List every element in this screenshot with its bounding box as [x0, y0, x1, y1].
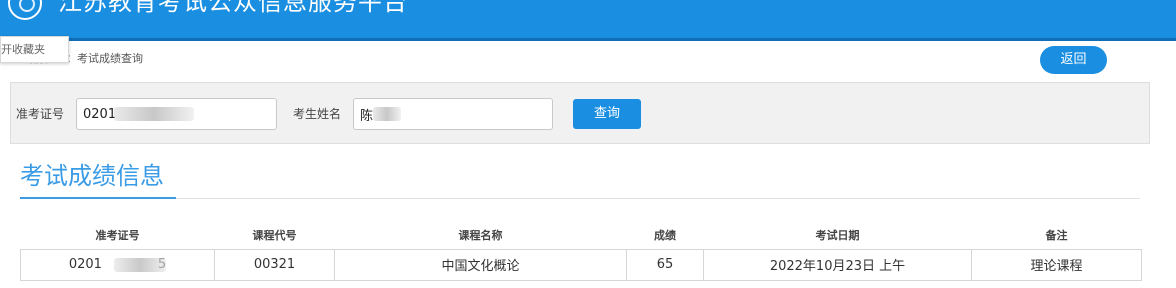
column-header-score: 成绩	[626, 222, 704, 250]
cell-score: 65	[626, 248, 704, 281]
column-header-course-name: 课程名称	[334, 222, 627, 250]
site-header: 江苏教育考试公众信息服务平台	[0, 0, 1176, 41]
search-panel: 准考证号 考生姓名 查询	[10, 82, 1150, 144]
name-label: 考生姓名	[293, 107, 342, 121]
exam-id-label: 准考证号	[16, 107, 65, 121]
cell-course-code: 00321	[214, 248, 335, 281]
search-button[interactable]: 查询	[573, 99, 641, 129]
cell-course-name: 中国文化概论	[334, 248, 627, 281]
column-header-exam-date: 考试日期	[703, 222, 972, 250]
back-button[interactable]: 返回	[1040, 46, 1107, 74]
cell-exam-id: 02015	[20, 248, 215, 281]
table-header-row: 准考证号 课程代号 课程名称 成绩 考试日期 备注	[20, 222, 1142, 250]
column-header-exam-id: 准考证号	[20, 222, 215, 250]
column-header-course-code: 课程代号	[214, 222, 335, 250]
section-title: 考试成绩信息	[20, 162, 164, 190]
cell-remark: 理论课程	[971, 248, 1142, 281]
site-title: 江苏教育考试公众信息服务平台	[58, 0, 408, 16]
section-divider	[20, 198, 1140, 199]
name-redaction	[373, 107, 401, 121]
exam-id-redaction	[114, 107, 194, 121]
exam-id-cell-redaction	[114, 257, 166, 272]
bookmark-popup[interactable]: 开收藏夹	[0, 36, 69, 63]
cell-exam-date: 2022年10月23日 上午	[703, 248, 972, 281]
site-logo-icon	[8, 0, 42, 20]
column-header-remark: 备注	[971, 222, 1142, 250]
section-title-underline	[20, 197, 176, 199]
exam-id-prefix: 0201	[68, 257, 102, 272]
table-row: 02015 00321 中国文化概论 65 2022年10月23日 上午 理论课…	[20, 248, 1142, 281]
score-table: 准考证号 课程代号 课程名称 成绩 考试日期 备注 02015 00321 中国…	[20, 222, 1142, 281]
